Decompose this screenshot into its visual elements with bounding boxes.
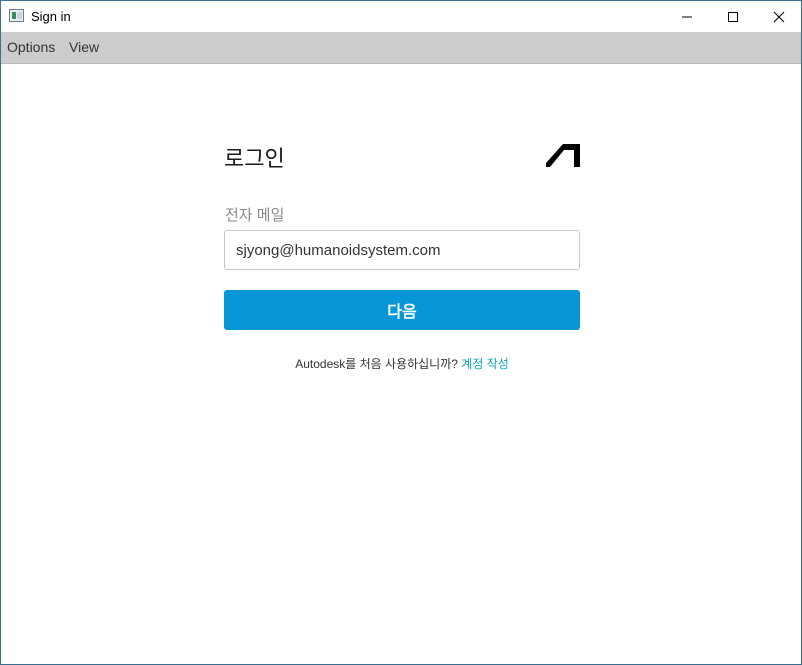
- minimize-icon: [682, 16, 692, 17]
- menu-bar: Options View: [1, 32, 801, 64]
- maximize-icon: [728, 11, 738, 22]
- menu-view[interactable]: View: [69, 39, 99, 55]
- page-title: 로그인: [224, 146, 285, 171]
- autodesk-logo-icon: [546, 144, 580, 167]
- title-bar[interactable]: Sign in: [1, 1, 801, 32]
- close-button[interactable]: [756, 1, 802, 32]
- create-account-link[interactable]: 계정 작성: [461, 357, 509, 371]
- minimize-button[interactable]: [664, 1, 710, 32]
- next-button[interactable]: 다음: [224, 290, 580, 330]
- app-window-icon: [9, 9, 24, 22]
- sign-in-window: Sign in Options View 로그인 전자 메일 다음 Autode…: [0, 0, 802, 665]
- menu-options[interactable]: Options: [7, 39, 55, 55]
- close-icon: [773, 11, 785, 22]
- window-title: Sign in: [31, 9, 71, 24]
- email-label: 전자 메일: [225, 207, 285, 224]
- maximize-button[interactable]: [710, 1, 756, 32]
- signup-prompt-text: Autodesk를 처음 사용하십니까?: [295, 357, 458, 371]
- email-field[interactable]: [224, 230, 580, 270]
- signup-prompt-line: Autodesk를 처음 사용하십니까? 계정 작성: [224, 355, 580, 372]
